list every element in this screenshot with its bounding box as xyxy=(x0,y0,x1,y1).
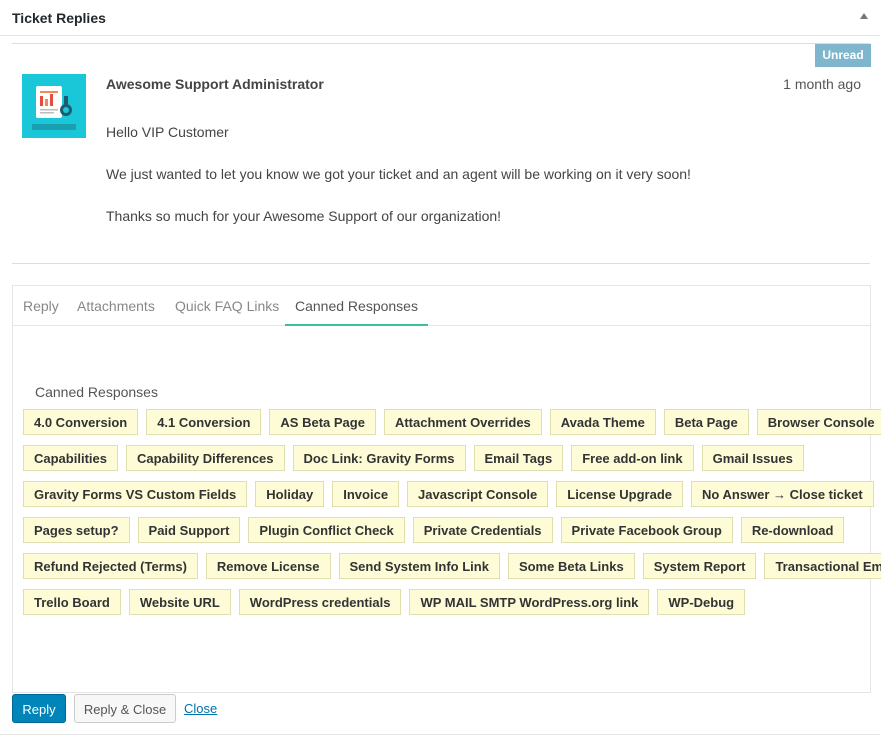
canned-response-button[interactable]: Remove License xyxy=(205,553,331,579)
avatar-illustration-icon xyxy=(32,86,76,130)
reply-tabs-box: Reply Attachments Quick FAQ Links Canned… xyxy=(12,285,881,693)
canned-response-button[interactable]: Gravity Forms VS Custom Fields xyxy=(23,481,248,507)
reply-button[interactable]: Reply xyxy=(12,694,66,723)
tab-bar: Reply Attachments Quick FAQ Links Canned… xyxy=(13,286,870,326)
panel-title: Ticket Replies xyxy=(12,10,106,26)
canned-response-button[interactable]: License Upgrade xyxy=(556,481,684,507)
canned-row: Trello Board Website URL WordPress credent… xyxy=(23,589,853,625)
canned-response-button[interactable]: Avada Theme xyxy=(549,409,656,435)
collapse-arrow-icon[interactable] xyxy=(860,13,868,19)
reply-message: Hello VIP Customer We just wanted to let… xyxy=(106,124,846,250)
canned-response-button[interactable]: No Answer → Close ticket xyxy=(691,481,874,507)
canned-response-button[interactable]: Plugin Conflict Check xyxy=(248,517,405,543)
tab-attachments[interactable]: Attachments xyxy=(67,286,165,326)
canned-response-button[interactable]: Capability Differences xyxy=(125,445,285,471)
canned-response-button[interactable]: Private Credentials xyxy=(412,517,553,543)
canned-response-button[interactable]: 4.0 Conversion xyxy=(23,409,139,435)
canned-response-button[interactable]: Attachment Overrides xyxy=(383,409,542,435)
canned-response-button[interactable]: Email Tags xyxy=(473,445,564,471)
canned-response-button[interactable]: Holiday xyxy=(255,481,325,507)
canned-response-button[interactable]: Website URL xyxy=(128,589,231,615)
unread-badge: Unread xyxy=(815,44,871,67)
message-paragraph: We just wanted to let you know we got yo… xyxy=(106,166,691,182)
canned-response-button[interactable]: System Report xyxy=(642,553,757,579)
canned-row: Capabilities Capability Differences Doc Li… xyxy=(23,445,853,481)
canned-response-button[interactable]: WordPress credentials xyxy=(238,589,402,615)
canned-response-button[interactable]: Invoice xyxy=(332,481,400,507)
canned-response-button[interactable]: Some Beta Links xyxy=(507,553,635,579)
panel-header: Ticket Replies xyxy=(0,0,880,36)
canned-responses-list: 4.0 Conversion 4.1 Conversion AS Beta Page… xyxy=(23,409,881,625)
close-link[interactable]: Close xyxy=(184,701,217,716)
canned-response-button[interactable]: Free add-on link xyxy=(571,445,694,471)
canned-response-button[interactable]: WP MAIL SMTP WordPress.org link xyxy=(409,589,650,615)
avatar xyxy=(22,74,86,138)
canned-row: Refund Rejected (Terms) Remove License Sen… xyxy=(23,553,881,589)
tab-quick-faq-links[interactable]: Quick FAQ Links xyxy=(165,286,289,326)
reply-timestamp: 1 month ago xyxy=(783,76,861,92)
canned-response-button[interactable]: Javascript Console xyxy=(407,481,549,507)
canned-response-button[interactable]: Pages setup? xyxy=(23,517,130,543)
canned-response-button[interactable]: 4.1 Conversion xyxy=(146,409,262,435)
tab-reply[interactable]: Reply xyxy=(13,286,69,326)
reply-divider xyxy=(12,43,870,44)
canned-response-button[interactable]: Beta Page xyxy=(663,409,749,435)
canned-responses-heading: Canned Responses xyxy=(35,384,158,400)
canned-row: 4.0 Conversion 4.1 Conversion AS Beta Page… xyxy=(23,409,881,445)
canned-response-button[interactable]: Capabilities xyxy=(23,445,118,471)
reply-and-close-button[interactable]: Reply & Close xyxy=(74,694,176,723)
canned-response-button[interactable]: Re-download xyxy=(740,517,845,543)
canned-row: Pages setup? Paid Support Plugin Conflict … xyxy=(23,517,853,553)
canned-response-button[interactable]: Paid Support xyxy=(137,517,241,543)
tab-canned-responses[interactable]: Canned Responses xyxy=(285,286,428,326)
reply-divider xyxy=(12,263,870,264)
canned-response-button[interactable]: Browser Console xyxy=(756,409,881,435)
reply-author: Awesome Support Administrator xyxy=(106,76,324,92)
canned-response-button[interactable]: AS Beta Page xyxy=(269,409,376,435)
canned-response-button[interactable]: Trello Board xyxy=(23,589,121,615)
canned-response-button[interactable]: WP-Debug xyxy=(657,589,746,615)
canned-response-button[interactable]: Gmail Issues xyxy=(701,445,804,471)
canned-response-button[interactable]: Private Facebook Group xyxy=(560,517,733,543)
message-paragraph: Thanks so much for your Awesome Support … xyxy=(106,208,502,224)
canned-response-button[interactable]: Send System Info Link xyxy=(338,553,500,579)
canned-response-button[interactable]: Transactional Email xyxy=(764,553,881,579)
message-paragraph: Hello VIP Customer xyxy=(106,124,229,140)
canned-row: Gravity Forms VS Custom Fields Holiday Inv… xyxy=(23,481,874,517)
canned-response-button[interactable]: Refund Rejected (Terms) xyxy=(23,553,198,579)
canned-response-button[interactable]: Doc Link: Gravity Forms xyxy=(292,445,466,471)
